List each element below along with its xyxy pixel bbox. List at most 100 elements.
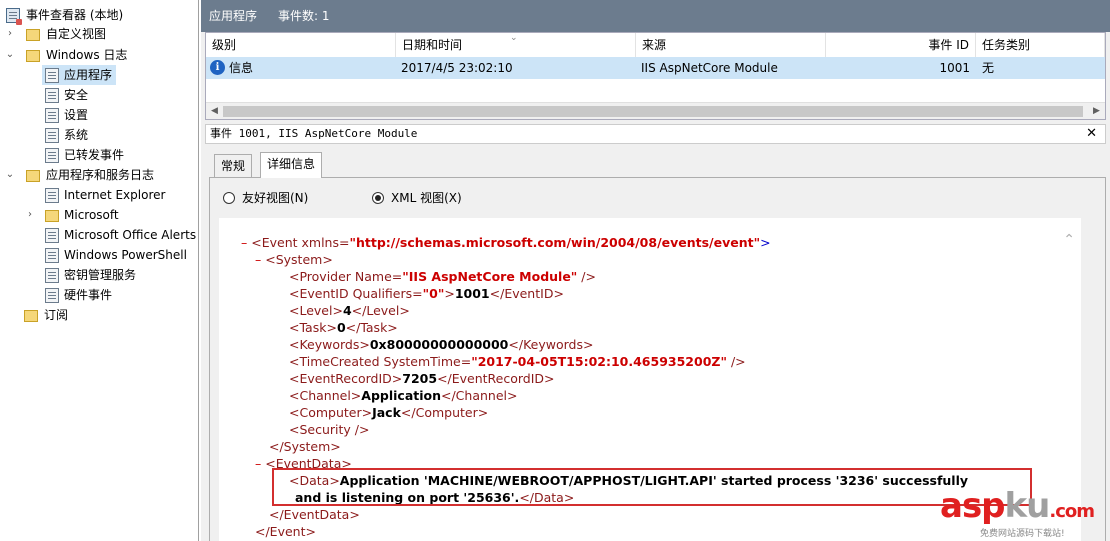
tree-log-security[interactable]: 安全	[42, 85, 192, 105]
tree-item-label: 硬件事件	[64, 288, 113, 302]
folder-icon	[26, 29, 40, 41]
scrollbar-thumb[interactable]	[223, 106, 1083, 117]
scroll-right-icon[interactable]: ▶	[1088, 103, 1105, 120]
tree-custom-views-label: 自定义视图	[46, 27, 107, 41]
xml-tag: <Provider Name=	[289, 269, 403, 284]
xml-tag: </Event>	[255, 524, 316, 539]
xml-value: Jack	[372, 405, 401, 420]
xml-value: 0	[336, 320, 346, 335]
chevron-right-icon[interactable]: ›	[4, 24, 16, 44]
tree-item-hardware[interactable]: 硬件事件	[42, 285, 198, 305]
xml-tag: <TimeCreated SystemTime=	[289, 354, 472, 369]
folder-icon	[26, 50, 40, 62]
event-detail-title: 事件 1001, IIS AspNetCore Module	[210, 127, 418, 140]
scroll-left-icon[interactable]: ◀	[206, 103, 223, 120]
chevron-down-icon[interactable]: ⌄	[4, 45, 16, 65]
scroll-up-icon[interactable]: ⌃	[1063, 232, 1075, 248]
tree-app-service-logs[interactable]: ⌄ 应用程序和服务日志	[4, 165, 198, 185]
xml-value: Application	[361, 388, 441, 403]
column-datetime[interactable]: 日期和时间 ⌄	[396, 33, 636, 57]
xml-task: <Task>0</Task>	[289, 320, 398, 335]
xml-eventid: <EventID Qualifiers="0">1001</EventID>	[289, 286, 564, 301]
xml-tag: </EventData>	[269, 507, 360, 522]
xml-level: <Level>4</Level>	[289, 303, 410, 318]
tree-item-office-alerts[interactable]: Microsoft Office Alerts	[42, 225, 198, 245]
xml-system-close: </System>	[269, 438, 341, 455]
xml-value: 0x80000000000000	[369, 337, 509, 352]
log-icon	[45, 268, 59, 283]
column-source[interactable]: 来源	[636, 33, 826, 57]
tree-windows-logs[interactable]: ⌄ Windows 日志	[4, 45, 198, 65]
column-event-id[interactable]: 事件 ID	[826, 33, 976, 57]
tree-item-kms[interactable]: 密钥管理服务	[42, 265, 198, 285]
xml-view-label: XML 视图(X)	[391, 191, 462, 205]
watermark-brand-k: ku	[1004, 486, 1051, 526]
watermark-subtitle: 免费网站源码下载站!	[980, 529, 1065, 539]
column-level[interactable]: 级别	[206, 33, 396, 57]
tab-details[interactable]: 详细信息	[260, 152, 323, 178]
xml-timecreated: <TimeCreated SystemTime="2017-04-05T15:0…	[289, 354, 746, 369]
tab-general[interactable]: 常规	[214, 154, 253, 178]
tree-log-label: 已转发事件	[64, 148, 125, 162]
tree-item-powershell[interactable]: Windows PowerShell	[42, 245, 198, 265]
table-row[interactable]: i 信息 2017/4/5 23:02:10 IIS AspNetCore Mo…	[206, 57, 1105, 79]
xml-channel: <Channel>Application</Channel>	[289, 388, 518, 403]
tree-root[interactable]: 事件查看器 (本地)	[4, 5, 198, 25]
xml-attr-value: "2017-04-05T15:02:10.465935200Z"	[471, 354, 727, 369]
event-viewer-icon	[6, 8, 22, 25]
tree-item-microsoft[interactable]: › Microsoft	[24, 205, 198, 225]
watermark-brand-end: .com	[1049, 501, 1095, 522]
xml-tag: <Event xmlns=	[251, 235, 350, 250]
column-task-category[interactable]: 任务类别	[976, 33, 1105, 57]
xml-keywords: <Keywords>0x80000000000000</Keywords>	[289, 337, 594, 352]
folder-icon	[26, 170, 40, 182]
tree-log-setup[interactable]: 设置	[42, 105, 192, 125]
close-icon[interactable]: ✕	[1086, 125, 1097, 143]
cell-level: 信息	[229, 61, 254, 75]
collapse-icon[interactable]: –	[241, 235, 247, 250]
tree-log-system[interactable]: 系统	[42, 125, 192, 145]
xml-tag: />	[577, 269, 596, 284]
tree-item-label: Microsoft Office Alerts	[64, 228, 197, 242]
tree-log-forwarded[interactable]: 已转发事件	[42, 145, 192, 165]
horizontal-scrollbar[interactable]: ◀ ▶	[206, 102, 1105, 119]
radio-selected-icon[interactable]	[372, 192, 384, 204]
main-pane: 应用程序 事件数: 1 级别 日期和时间 ⌄ 来源 事件 ID 任务类别 i 信…	[201, 0, 1110, 541]
xml-event-close: </Event>	[255, 523, 316, 540]
collapse-icon[interactable]: –	[255, 456, 261, 471]
tree-custom-views[interactable]: › 自定义视图	[4, 24, 198, 44]
xml-value: 7205	[402, 371, 438, 386]
tree-windows-logs-label: Windows 日志	[46, 48, 128, 62]
tree-root-label: 事件查看器 (本地)	[26, 8, 124, 22]
collapse-icon[interactable]: –	[255, 252, 261, 267]
log-icon	[45, 248, 59, 263]
xml-value: 4	[342, 303, 352, 318]
cell-task: 无	[982, 61, 995, 75]
cell-event-id: 1001	[939, 61, 970, 75]
column-datetime-label: 日期和时间	[402, 38, 463, 52]
watermark-brand-a: asp	[940, 486, 1006, 526]
event-list: 级别 日期和时间 ⌄ 来源 事件 ID 任务类别 i 信息 2017/4/5 2…	[205, 32, 1106, 120]
tab-details-label: 详细信息	[267, 157, 316, 171]
xml-security: <Security />	[289, 421, 369, 438]
log-icon	[45, 128, 59, 143]
xml-eventrecordid: <EventRecordID>7205</EventRecordID>	[289, 371, 555, 386]
xml-value: 1001	[454, 286, 490, 301]
tree-log-label: 系统	[64, 128, 89, 142]
tree-log-application[interactable]: 应用程序	[42, 65, 116, 85]
info-icon: i	[210, 60, 225, 75]
tree-item-label: 密钥管理服务	[64, 268, 137, 282]
column-level-label: 级别	[212, 38, 237, 52]
event-count: 事件数: 1	[278, 9, 330, 23]
chevron-right-icon[interactable]: ›	[24, 205, 36, 225]
log-icon	[45, 188, 59, 203]
tree-app-service-logs-label: 应用程序和服务日志	[46, 168, 155, 182]
tree-item-label: Windows PowerShell	[64, 248, 187, 262]
radio-icon[interactable]	[223, 192, 235, 204]
tree-item-ie[interactable]: Internet Explorer	[42, 185, 198, 205]
tree-subscriptions[interactable]: 订阅	[24, 305, 198, 325]
chevron-down-icon[interactable]: ⌄	[4, 165, 16, 185]
xml-tag: </System>	[269, 439, 341, 454]
pane-title: 应用程序	[209, 9, 258, 23]
log-icon	[45, 288, 59, 303]
